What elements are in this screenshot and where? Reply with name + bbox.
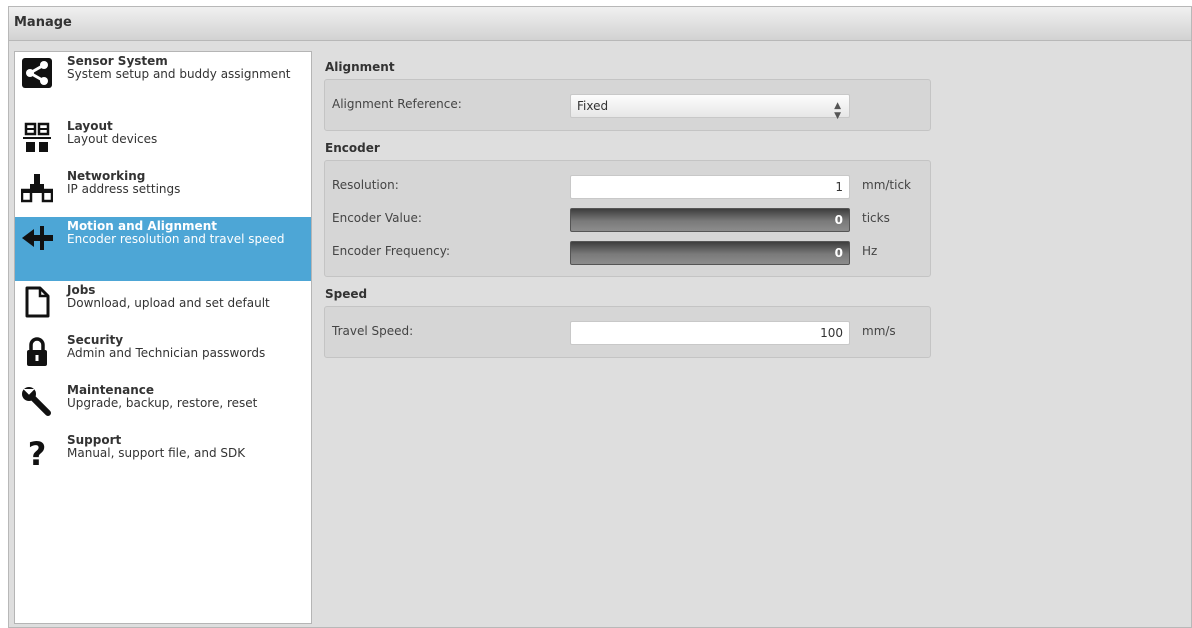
sidebar-item-desc: Upgrade, backup, restore, reset	[67, 396, 258, 410]
travel-speed-row: Travel Speed: mm/s	[325, 320, 930, 345]
encoder-frequency-label: Encoder Frequency:	[332, 244, 451, 258]
sidebar-item-desc: Admin and Technician passwords	[67, 346, 266, 360]
wrench-icon	[21, 386, 53, 418]
alignment-group: Alignment Reference: Fixed ▲ ▼	[324, 79, 931, 131]
encoder-value-unit: ticks	[862, 211, 890, 225]
panel-title: Manage	[9, 7, 1191, 41]
manage-panel: Manage Sensor System System setup and bu…	[8, 6, 1192, 628]
sidebar-item-jobs[interactable]: Jobs Download, upload and set default	[15, 281, 311, 331]
alignment-reference-value: Fixed	[577, 99, 609, 113]
speed-section-title: Speed	[325, 287, 368, 301]
encoder-section-title: Encoder	[325, 141, 380, 155]
sidebar-item-title: Support	[67, 433, 122, 447]
document-icon	[21, 286, 53, 318]
encoder-value-row: Encoder Value: 0 ticks	[325, 207, 930, 232]
sidebar-item-desc: Encoder resolution and travel speed	[67, 232, 285, 246]
sidebar-item-desc: System setup and buddy assignment	[67, 67, 291, 81]
sidebar-item-maintenance[interactable]: Maintenance Upgrade, backup, restore, re…	[15, 381, 311, 431]
sidebar-item-title: Layout	[67, 119, 113, 133]
sidebar-item-title: Maintenance	[67, 383, 155, 397]
sidebar-item-support[interactable]: ? Support Manual, support file, and SDK	[15, 431, 311, 481]
network-icon	[21, 172, 53, 204]
svg-text:?: ?	[28, 436, 47, 468]
encoder-value-label: Encoder Value:	[332, 211, 422, 225]
share-icon	[21, 57, 53, 89]
sidebar-item-title: Sensor System	[67, 54, 168, 68]
sidebar-item-security[interactable]: Security Admin and Technician passwords	[15, 331, 311, 381]
layout-icon	[21, 122, 53, 154]
sidebar-item-desc: IP address settings	[67, 182, 181, 196]
alignment-reference-row: Alignment Reference: Fixed ▲ ▼	[325, 93, 930, 121]
sidebar-item-sensor-system[interactable]: Sensor System System setup and buddy ass…	[15, 52, 311, 117]
encoder-frequency-unit: Hz	[862, 244, 878, 258]
encoder-resolution-input[interactable]	[570, 175, 850, 199]
speed-group: Travel Speed: mm/s	[324, 306, 931, 358]
sidebar-item-title: Networking	[67, 169, 146, 183]
encoder-group: Resolution: mm/tick Encoder Value: 0 tic…	[324, 160, 931, 277]
sidebar-item-desc: Manual, support file, and SDK	[67, 446, 246, 460]
encoder-resolution-label: Resolution:	[332, 178, 399, 192]
sidebar-item-title: Jobs	[67, 283, 96, 297]
encoder-frequency-row: Encoder Frequency: 0 Hz	[325, 240, 930, 265]
alignment-section-title: Alignment	[325, 60, 395, 74]
encoder-resolution-row: Resolution: mm/tick	[325, 174, 930, 199]
select-arrows-icon: ▲ ▼	[834, 101, 841, 121]
travel-speed-unit: mm/s	[862, 324, 896, 338]
alignment-reference-select[interactable]: Fixed ▲ ▼	[570, 94, 850, 121]
sidebar-item-desc: Layout devices	[67, 132, 158, 146]
sidebar-item-title: Motion and Alignment	[67, 219, 217, 233]
sidebar-item-title: Security	[67, 333, 124, 347]
sidebar-item-networking[interactable]: Networking IP address settings	[15, 167, 311, 217]
encoder-resolution-unit: mm/tick	[862, 178, 912, 192]
sidebar-item-layout[interactable]: Layout Layout devices	[15, 117, 311, 167]
travel-speed-label: Travel Speed:	[332, 324, 414, 338]
question-icon: ?	[21, 436, 53, 468]
manage-sidebar: Sensor System System setup and buddy ass…	[14, 51, 312, 624]
travel-speed-input[interactable]	[570, 321, 850, 345]
encoder-value-readout: 0	[570, 208, 850, 232]
alignment-reference-label: Alignment Reference:	[332, 97, 462, 111]
sidebar-item-desc: Download, upload and set default	[67, 296, 270, 310]
sidebar-item-motion-alignment[interactable]: Motion and Alignment Encoder resolution …	[15, 217, 311, 281]
lock-icon	[21, 336, 53, 368]
encoder-frequency-readout: 0	[570, 241, 850, 265]
motion-arrow-icon	[21, 222, 53, 254]
